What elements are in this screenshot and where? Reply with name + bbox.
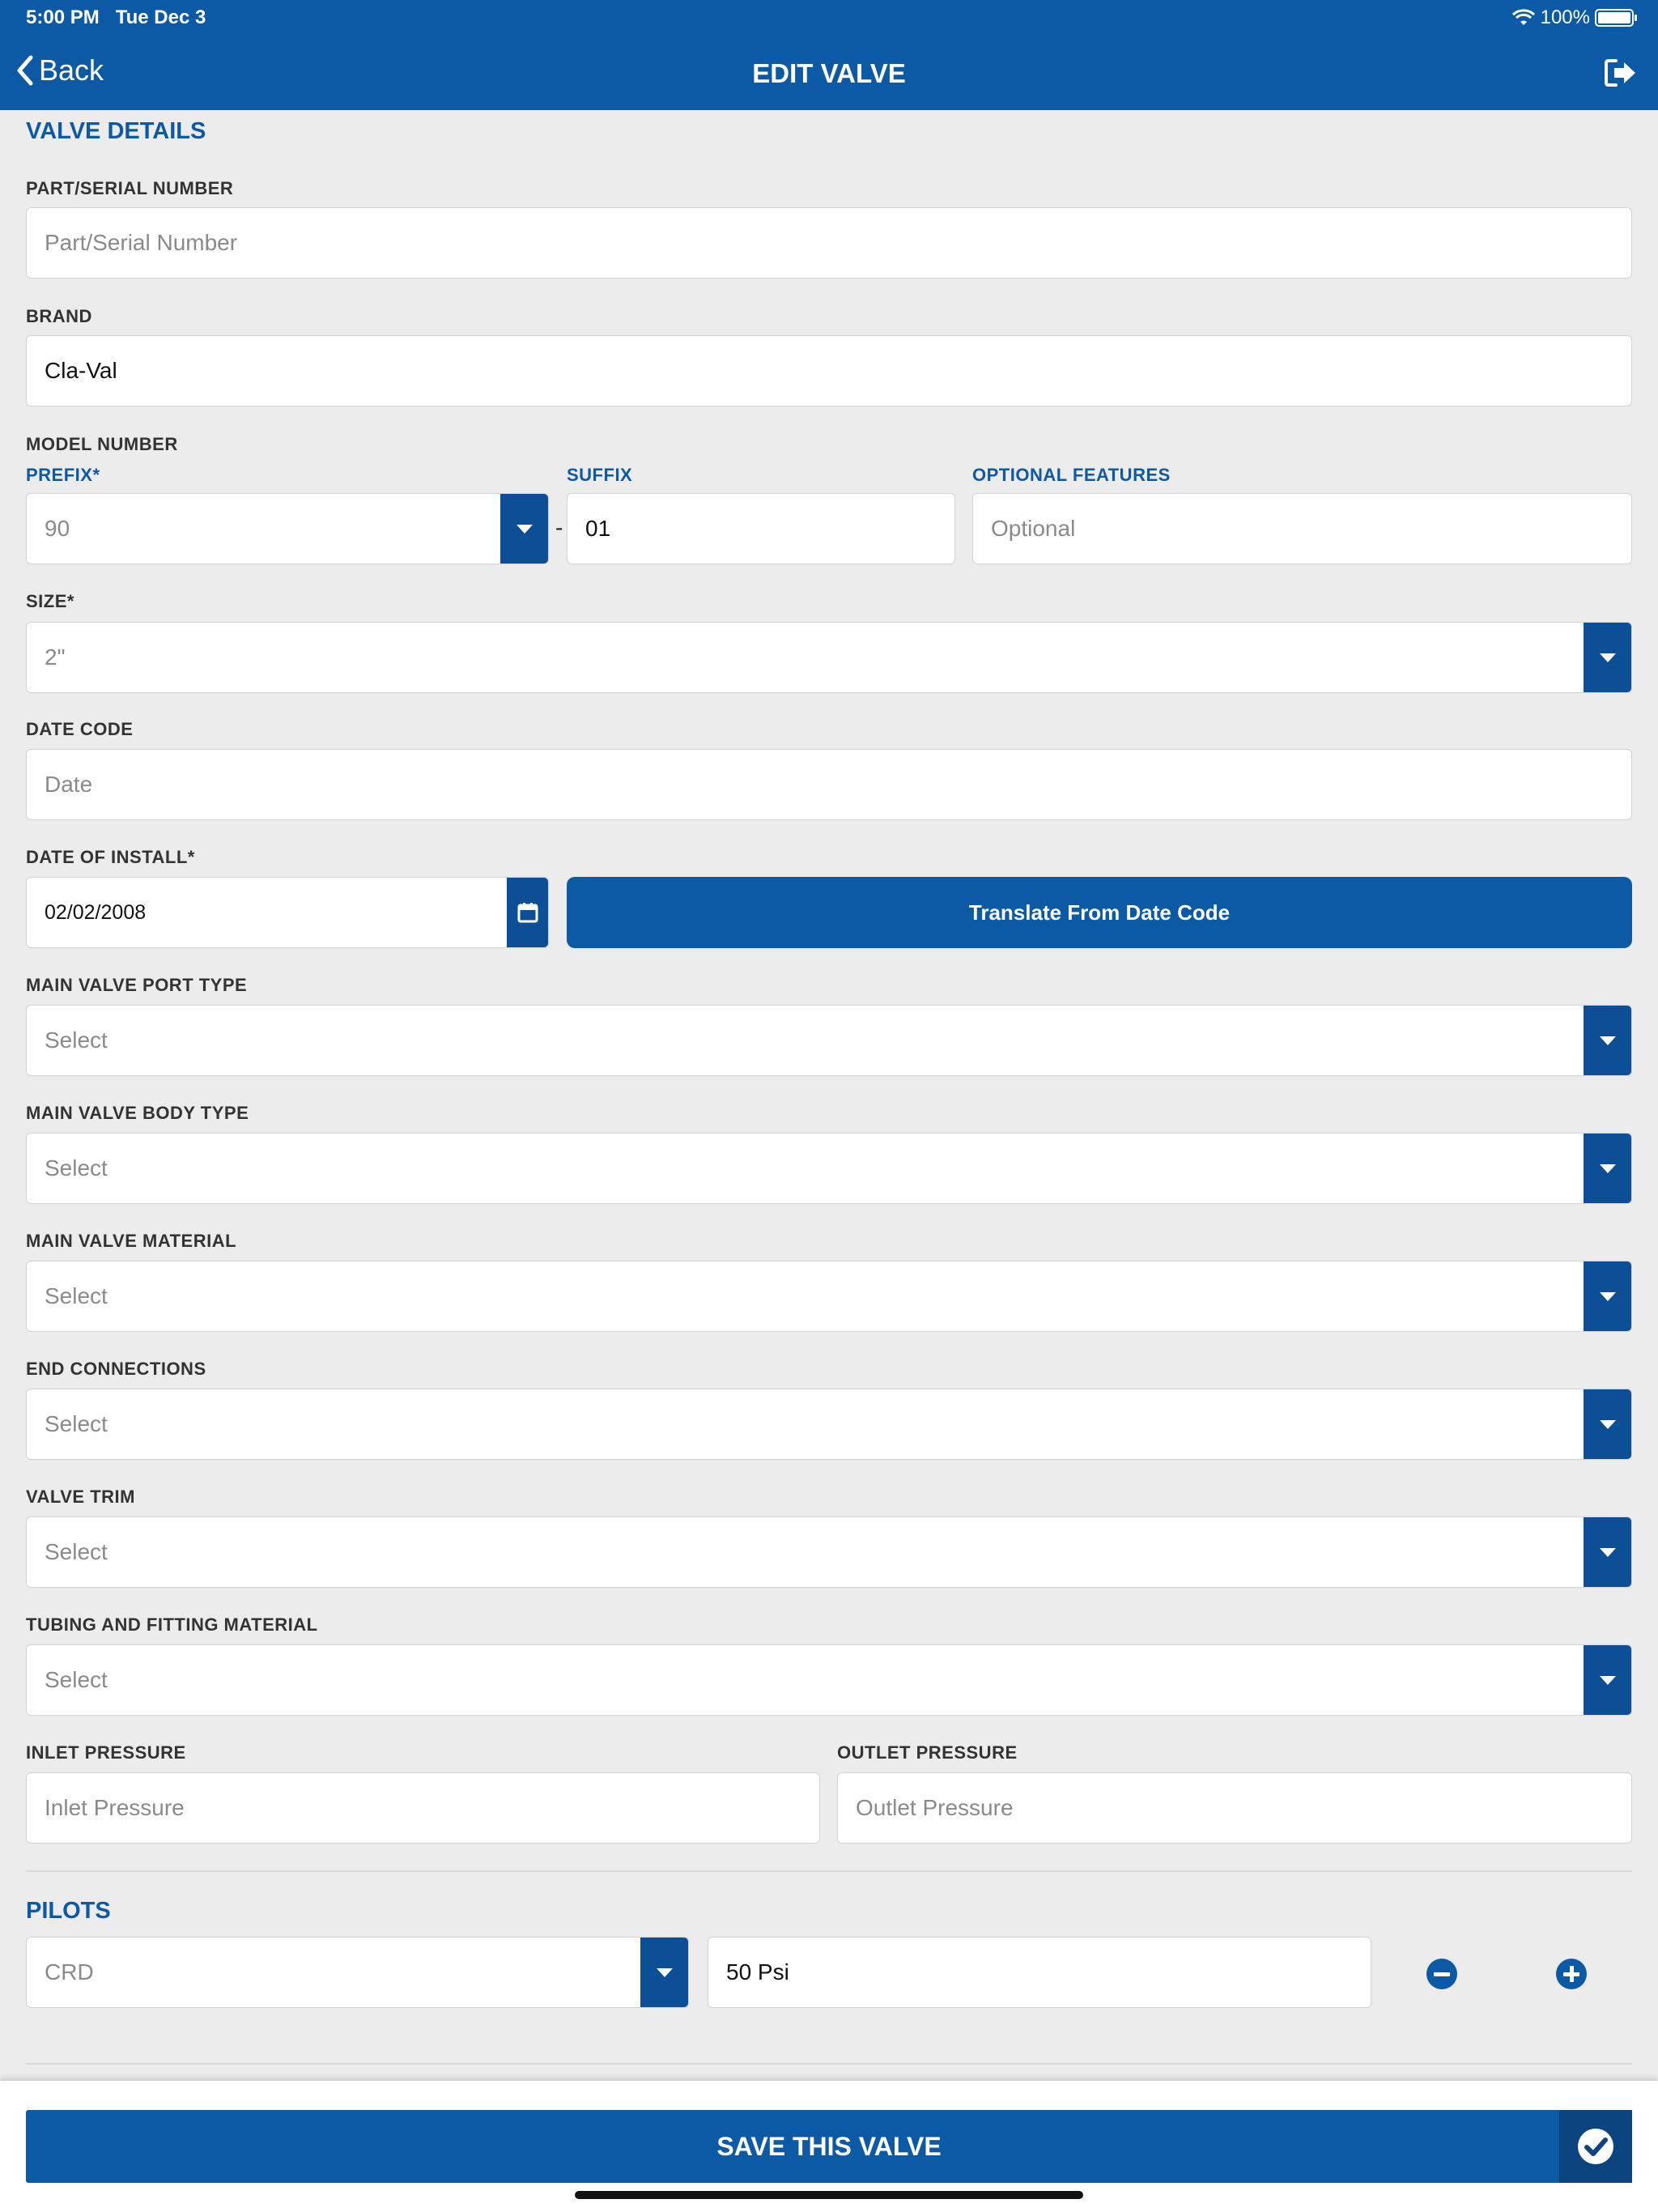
date-of-install-label: DATE OF INSTALL* — [26, 847, 195, 867]
pilots-divider — [26, 2063, 1632, 2065]
save-check-button[interactable] — [1559, 2110, 1632, 2183]
caret-down-icon — [657, 1967, 673, 1977]
end-connections-dropdown-button[interactable] — [1584, 1389, 1631, 1459]
prefix-label: PREFIX* — [26, 465, 100, 485]
check-circle-icon — [1578, 2129, 1613, 2164]
date-code-label: DATE CODE — [26, 719, 134, 739]
section-title-pilots: PILOTS — [26, 1898, 111, 1924]
valve-trim-label: VALVE TRIM — [26, 1487, 135, 1507]
caret-down-icon — [1600, 1419, 1616, 1429]
tubing-select[interactable]: Select — [26, 1644, 1632, 1716]
date-code-input[interactable]: Date — [26, 749, 1632, 820]
section-divider — [26, 1870, 1632, 1872]
caret-down-icon — [1600, 1675, 1616, 1685]
caret-down-icon — [517, 524, 533, 534]
optional-features-label: OPTIONAL FEATURES — [972, 465, 1171, 485]
prefix-dropdown-button[interactable] — [500, 494, 548, 564]
caret-down-icon — [1600, 1036, 1616, 1045]
optional-features-input[interactable]: Optional — [972, 493, 1632, 564]
outlet-pressure-label: OUTLET PRESSURE — [837, 1742, 1018, 1763]
end-connections-label: END CONNECTIONS — [26, 1359, 206, 1379]
prefix-select[interactable]: 90 — [26, 493, 549, 564]
minus-icon — [1434, 1972, 1450, 1976]
battery-icon — [1595, 9, 1637, 27]
body-type-value: Select — [45, 1155, 108, 1180]
size-label: SIZE* — [26, 591, 74, 611]
model-number-label: MODEL NUMBER — [26, 434, 178, 454]
port-type-dropdown-button[interactable] — [1584, 1006, 1631, 1075]
translate-date-code-button[interactable]: Translate From Date Code — [567, 877, 1632, 948]
size-select[interactable]: 2" — [26, 622, 1632, 693]
size-dropdown-button[interactable] — [1584, 623, 1631, 692]
body-type-select[interactable]: Select — [26, 1133, 1632, 1204]
tubing-label: TUBING AND FITTING MATERIAL — [26, 1614, 318, 1635]
end-connections-select[interactable]: Select — [26, 1389, 1632, 1460]
pilot-type-value: CRD — [45, 1959, 94, 1984]
pilot-type-dropdown-button[interactable] — [640, 1938, 688, 2007]
model-separator: - — [555, 515, 563, 540]
section-title-valve-details: VALVE DETAILS — [26, 118, 206, 144]
suffix-label: SUFFIX — [567, 465, 633, 485]
prefix-value: 90 — [45, 516, 70, 541]
size-value: 2" — [45, 644, 66, 670]
suffix-input[interactable]: 01 — [567, 493, 955, 564]
brand-label: BRAND — [26, 306, 92, 326]
material-select[interactable]: Select — [26, 1261, 1632, 1332]
pilot-type-select[interactable]: CRD — [26, 1937, 689, 2008]
logout-button[interactable] — [1603, 57, 1639, 93]
calendar-icon — [517, 903, 538, 923]
tubing-dropdown-button[interactable] — [1584, 1645, 1631, 1715]
material-dropdown-button[interactable] — [1584, 1261, 1631, 1331]
status-indicators: 100% — [1511, 6, 1637, 29]
status-time: 5:00 PM Tue Dec 3 — [26, 6, 206, 28]
body-type-dropdown-button[interactable] — [1584, 1134, 1631, 1203]
port-type-value: Select — [45, 1027, 108, 1053]
inlet-pressure-input[interactable]: Inlet Pressure — [26, 1772, 820, 1844]
material-value: Select — [45, 1283, 108, 1308]
part-serial-label: PART/SERIAL NUMBER — [26, 178, 234, 198]
caret-down-icon — [1600, 653, 1616, 662]
valve-trim-dropdown-button[interactable] — [1584, 1517, 1631, 1587]
battery-percent: 100% — [1540, 6, 1590, 28]
part-serial-input[interactable]: Part/Serial Number — [26, 207, 1632, 279]
material-label: MAIN VALVE MATERIAL — [26, 1231, 237, 1251]
wifi-icon — [1511, 9, 1535, 25]
date-of-install-input[interactable]: 02/02/2008 — [26, 877, 549, 948]
pilot-setting-input[interactable]: 50 Psi — [708, 1937, 1371, 2008]
calendar-button[interactable] — [507, 878, 548, 947]
home-indicator — [575, 2191, 1083, 2199]
nav-header: 5:00 PM Tue Dec 3 100% Back EDIT VALVE — [0, 0, 1658, 110]
logout-icon — [1605, 59, 1635, 87]
valve-trim-select[interactable]: Select — [26, 1516, 1632, 1588]
port-type-select[interactable]: Select — [26, 1005, 1632, 1076]
date-of-install-value: 02/02/2008 — [45, 900, 147, 924]
end-connections-value: Select — [45, 1411, 108, 1436]
outlet-pressure-input[interactable]: Outlet Pressure — [837, 1772, 1632, 1844]
valve-trim-value: Select — [45, 1539, 108, 1564]
inlet-pressure-label: INLET PRESSURE — [26, 1742, 186, 1763]
add-pilot-button[interactable] — [1556, 1959, 1587, 1989]
save-valve-label: SAVE THIS VALVE — [716, 2131, 942, 2161]
port-type-label: MAIN VALVE PORT TYPE — [26, 975, 248, 995]
page-title: EDIT VALVE — [752, 58, 906, 88]
remove-pilot-button[interactable] — [1426, 1959, 1457, 1989]
save-valve-button[interactable]: SAVE THIS VALVE — [26, 2110, 1632, 2183]
caret-down-icon — [1600, 1291, 1616, 1301]
brand-input[interactable]: Cla-Val — [26, 335, 1632, 406]
caret-down-icon — [1600, 1547, 1616, 1557]
tubing-value: Select — [45, 1667, 108, 1692]
body-type-label: MAIN VALVE BODY TYPE — [26, 1103, 249, 1123]
caret-down-icon — [1600, 1163, 1616, 1173]
